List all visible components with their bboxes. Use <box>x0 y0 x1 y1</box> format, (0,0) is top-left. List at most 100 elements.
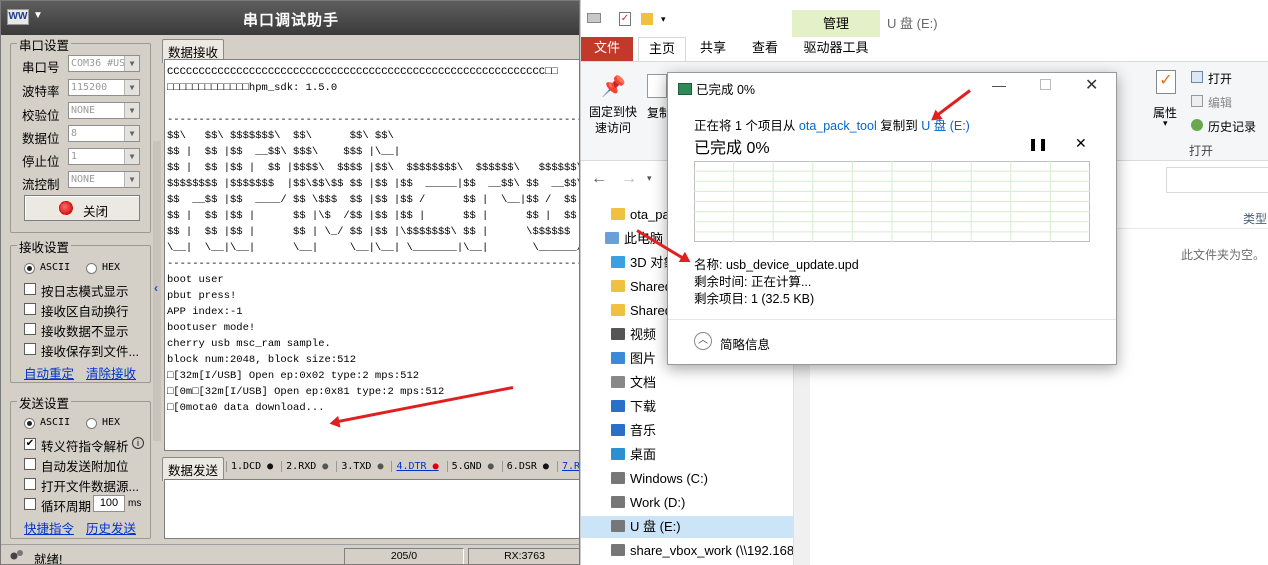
history-button[interactable]: 历史记录 <box>1208 118 1256 135</box>
file-source-checkbox[interactable] <box>24 478 36 490</box>
recv-text-area[interactable]: CCCCCCCCCCCCCCCCCCCCCCCCCCCCCCCCCCCCCCCC… <box>164 59 580 451</box>
tab-home[interactable]: 主页 <box>638 37 686 61</box>
copy-icon <box>678 83 692 95</box>
cycle-period-input[interactable]: 100 <box>93 495 125 512</box>
nav-item-icon <box>611 280 625 292</box>
recv-hex-radio[interactable] <box>86 263 97 274</box>
nav-item[interactable]: ota_pa <box>611 204 670 226</box>
minimize-icon[interactable]: — <box>992 77 1006 93</box>
properties-quick-icon[interactable]: ✓ <box>619 12 631 26</box>
nav-item[interactable]: Windows (C:) <box>611 468 708 490</box>
nav-item[interactable]: 音乐 <box>611 420 656 442</box>
serial-title-bar: WW ▼ 串口调试助手 <box>1 1 579 35</box>
recv-text: CCCCCCCCCCCCCCCCCCCCCCCCCCCCCCCCCCCCCCCC… <box>167 66 580 414</box>
items-remaining-line: 剩余项目: 1 (32.5 KB) <box>694 292 815 306</box>
nav-item-label: 下载 <box>630 399 657 414</box>
flow-label: 流控制 <box>22 178 60 192</box>
signal-rt[interactable]: 7.RT ● <box>556 461 579 472</box>
info-icon[interactable]: i <box>132 437 144 449</box>
nav-item[interactable]: 视频 <box>611 324 656 346</box>
edit-button[interactable]: 编辑 <box>1208 94 1232 111</box>
port-label: 串口号 <box>22 61 60 75</box>
log-mode-checkbox[interactable] <box>24 283 36 295</box>
nav-item-label: ota_pa <box>630 207 670 222</box>
auto-wrap-checkbox[interactable] <box>24 303 36 315</box>
nav-item[interactable]: share_vbox_work (\\192.168 <box>611 540 794 562</box>
hide-recv-label: 接收数据不显示 <box>41 325 129 339</box>
nav-item[interactable]: Shared <box>611 300 672 322</box>
nav-item[interactable]: 桌面 <box>611 444 656 466</box>
tab-file[interactable]: 文件 <box>581 37 633 61</box>
nav-item-icon <box>611 424 625 436</box>
group-caption: 串口设置 <box>17 35 72 54</box>
less-info-button[interactable]: 简略信息 <box>720 334 770 353</box>
status-count: 205/0 <box>344 548 464 564</box>
clear-recv-link[interactable]: 清除接收 <box>86 363 136 382</box>
signal-dsr[interactable]: 6.DSR ● <box>501 461 549 472</box>
chevron-down-icon[interactable]: ▾ <box>661 14 666 25</box>
search-box[interactable] <box>1166 167 1268 193</box>
history-link[interactable]: 历史发送 <box>86 518 136 537</box>
flow-select[interactable]: NONE ▼ <box>68 171 140 188</box>
port-select[interactable]: COM36 #US ▼ <box>68 55 140 72</box>
escape-parse-checkbox[interactable]: ✔ <box>24 438 36 450</box>
nav-item-label: U 盘 (E:) <box>630 519 681 534</box>
chevron-down-icon[interactable]: ▾ <box>1163 118 1168 129</box>
column-header-type[interactable]: 类型 <box>1243 210 1267 227</box>
history-icon <box>1191 119 1203 131</box>
nav-item[interactable]: 文档 <box>611 372 656 394</box>
baud-select[interactable]: 115200 ▼ <box>68 79 140 96</box>
nav-item-icon <box>611 208 625 220</box>
pin-quick-access-button[interactable]: 固定到快速访问 <box>585 104 641 136</box>
send-ascii-radio[interactable] <box>24 418 35 429</box>
parity-select[interactable]: NONE ▼ <box>68 102 140 119</box>
nav-item[interactable]: U 盘 (E:) <box>581 516 793 538</box>
databits-select[interactable]: 8 ▼ <box>68 125 140 142</box>
nav-item[interactable]: Shared <box>611 276 672 298</box>
cycle-checkbox[interactable] <box>24 498 36 510</box>
signal-rxd[interactable]: 2.RXD ● <box>281 461 329 472</box>
tab-view[interactable]: 查看 <box>739 37 791 61</box>
cancel-icon[interactable]: ✕ <box>1075 135 1087 152</box>
maximize-icon[interactable] <box>1040 79 1051 90</box>
pause-icon[interactable]: ❚❚ <box>1028 137 1048 151</box>
nav-item[interactable]: 下载 <box>611 396 656 418</box>
folder-icon[interactable] <box>641 13 653 25</box>
signal-txd[interactable]: 3.TXD ● <box>336 461 384 472</box>
tab-share[interactable]: 共享 <box>689 37 737 61</box>
signal-dtr[interactable]: 4.DTR ● <box>391 461 439 472</box>
chevron-up-icon[interactable]: ︿ <box>694 332 712 350</box>
signal-gnd[interactable]: 5.GND ● <box>446 461 494 472</box>
auto-append-checkbox[interactable] <box>24 458 36 470</box>
auto-wrap-label: 接收区自动换行 <box>41 305 129 319</box>
tab-manage[interactable]: 管理 <box>792 10 880 37</box>
hide-recv-checkbox[interactable] <box>24 323 36 335</box>
shortcut-link[interactable]: 快捷指令 <box>24 518 74 537</box>
serial-status-bar: 就绪! 205/0 RX:3763 <box>1 544 579 564</box>
stopbits-select[interactable]: 1 ▼ <box>68 148 140 165</box>
file-source-label: 打开文件数据源... <box>41 480 139 494</box>
tab-drive-tools[interactable]: 驱动器工具 <box>792 37 880 61</box>
close-port-button[interactable]: 关闭 <box>24 195 140 221</box>
back-icon[interactable]: ← <box>591 170 607 188</box>
recv-ascii-radio[interactable] <box>24 263 35 274</box>
nav-item[interactable]: 图片 <box>611 348 656 370</box>
port-status-icon <box>59 201 73 215</box>
destination-link[interactable]: U 盘 (E:) <box>921 119 970 133</box>
splitter[interactable]: ‹ <box>153 141 161 441</box>
nav-item-label: Work (D:) <box>630 495 686 510</box>
auto-redirect-link[interactable]: 自动重定 <box>24 363 74 382</box>
save-to-file-checkbox[interactable] <box>24 343 36 355</box>
parity-label: 校验位 <box>22 109 60 123</box>
nav-item[interactable]: Work (D:) <box>611 492 685 514</box>
open-button[interactable]: 打开 <box>1208 70 1232 87</box>
signal-dcd[interactable]: 1.DCD ● <box>226 461 274 472</box>
forward-icon[interactable]: → <box>621 170 637 188</box>
source-link[interactable]: ota_pack_tool <box>799 119 877 133</box>
close-icon[interactable]: ✕ <box>1085 75 1098 95</box>
chevron-down-icon[interactable]: ▾ <box>647 173 652 184</box>
send-text-area[interactable] <box>164 479 579 539</box>
tab-send[interactable]: 数据发送 <box>162 457 225 481</box>
send-hex-radio[interactable] <box>86 418 97 429</box>
explorer-title: U 盘 (E:) <box>887 16 938 31</box>
